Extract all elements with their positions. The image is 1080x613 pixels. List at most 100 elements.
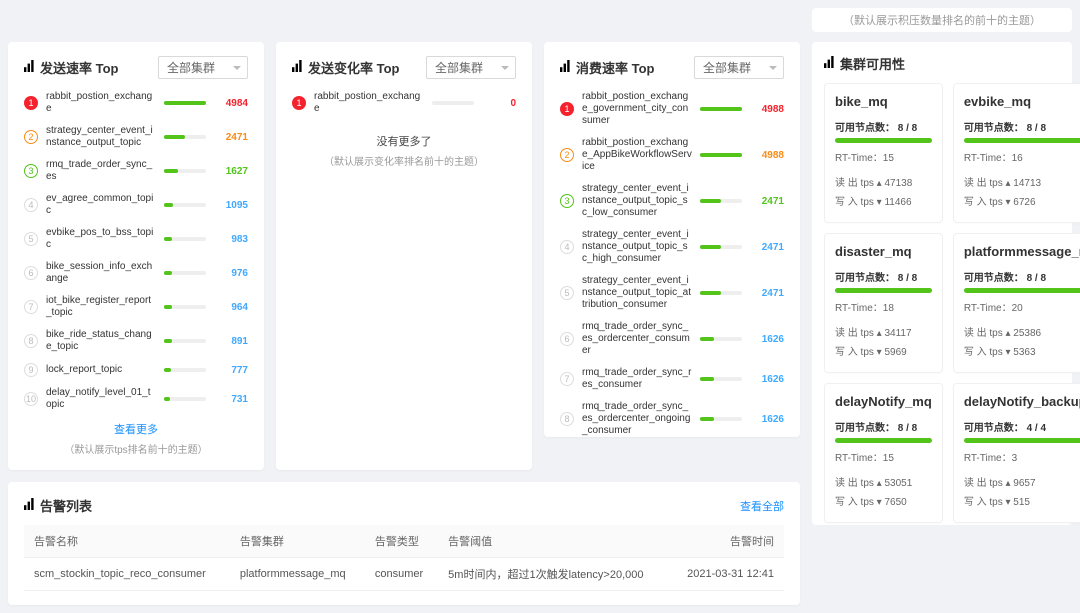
rank-bar (164, 101, 206, 105)
cluster-name: bike_mq (835, 94, 932, 109)
rank-item[interactable]: 6bike_session_info_exchange976 (24, 261, 248, 285)
rank-item[interactable]: 1rabbit_postion_exchange0 (292, 91, 516, 115)
rank-value: 891 (214, 336, 248, 347)
rank-value: 777 (214, 365, 248, 376)
cluster-dropdown[interactable]: 全部集群 (158, 56, 248, 79)
rank-item[interactable]: 5evbike_pos_to_bss_topic983 (24, 227, 248, 251)
cluster-rt: RT-Time：3 (964, 449, 1080, 464)
rank-item[interactable]: 2strategy_center_event_instance_output_t… (24, 125, 248, 149)
rank-badge: 3 (560, 194, 574, 208)
panel-consume-rate: 消费速率 Top 全部集群 1rabbit_postion_exchange_g… (544, 42, 800, 437)
cluster-rt: RT-Time：16 (964, 149, 1080, 164)
rank-name: rmq_trade_order_sync_es (46, 159, 156, 183)
rank-bar (164, 339, 206, 343)
rank-bar (700, 245, 742, 249)
rank-name: ev_agree_common_topic (46, 193, 156, 217)
rank-value: 1095 (214, 200, 248, 211)
cell-alarm-type: consumer (365, 558, 438, 591)
cluster-nodes: 可用节点数： 8 / 8 (964, 119, 1080, 134)
rank-item[interactable]: 1rabbit_postion_exchange4984 (24, 91, 248, 115)
cluster-write-tps: 写 入 tps ▾ 7650 (835, 493, 932, 508)
rank-value: 731 (214, 394, 248, 405)
panel-title-consume-rate: 消费速率 Top (560, 58, 654, 77)
progress-bar (964, 138, 1080, 143)
cluster-read-tps: 读 出 tps ▴ 53051 (835, 474, 932, 489)
cluster-nodes: 可用节点数： 8 / 8 (835, 419, 932, 434)
bar-chart-icon (824, 56, 836, 71)
cluster-name: platformmessage_mq (964, 244, 1080, 259)
rank-bar (164, 169, 206, 173)
cluster-card[interactable]: platformmessage_mq可用节点数： 8 / 8RT-Time：20… (953, 233, 1080, 373)
rank-name: lock_report_topic (46, 364, 156, 376)
rank-item[interactable]: 6rmq_trade_order_sync_es_ordercenter_con… (560, 321, 784, 357)
rank-value: 4988 (750, 150, 784, 161)
rank-item[interactable]: 4ev_agree_common_topic1095 (24, 193, 248, 217)
progress-bar (964, 288, 1080, 293)
cluster-dropdown[interactable]: 全部集群 (694, 56, 784, 79)
cluster-name: evbike_mq (964, 94, 1080, 109)
col-alarm-time: 告警时间 (669, 525, 784, 558)
cluster-nodes: 可用节点数： 8 / 8 (964, 269, 1080, 284)
rank-item[interactable]: 8bike_ride_status_change_topic891 (24, 329, 248, 353)
panel-title-alarm: 告警列表 (24, 496, 92, 515)
link-view-all-alarm[interactable]: 查看全部 (740, 498, 784, 514)
cluster-card[interactable]: disaster_mq可用节点数： 8 / 8RT-Time：18读 出 tps… (824, 233, 943, 373)
rank-item[interactable]: 7iot_bike_register_report_topic964 (24, 295, 248, 319)
rank-item[interactable]: 2rabbit_postion_exchange_AppBikeWorkflow… (560, 137, 784, 173)
cluster-rt: RT-Time：18 (835, 299, 932, 314)
cluster-name: delayNotify_backup_mq (964, 394, 1080, 409)
panel-change-rate: 发送变化率 Top 全部集群 1rabbit_postion_exchange0… (276, 42, 532, 470)
hint-text: （默认展示tps排名前十的主题） (24, 441, 248, 456)
cluster-card[interactable]: bike_mq可用节点数： 8 / 8RT-Time：15读 出 tps ▴ 4… (824, 83, 943, 223)
col-alarm-cluster: 告警集群 (230, 525, 365, 558)
rank-item[interactable]: 9 lock_report_topic 777 (24, 363, 248, 377)
rank-name: strategy_center_event_instance_output_to… (46, 125, 156, 149)
rank-bar (164, 397, 206, 401)
cluster-card[interactable]: delayNotify_backup_mq可用节点数： 4 / 4RT-Time… (953, 383, 1080, 523)
rank-name: bike_session_info_exchange (46, 261, 156, 285)
cluster-dropdown[interactable]: 全部集群 (426, 56, 516, 79)
cluster-write-tps: 写 入 tps ▾ 5363 (964, 343, 1080, 358)
link-view-more[interactable]: 查看更多 (24, 421, 248, 437)
bar-chart-icon (24, 498, 36, 513)
alarm-table: 告警名称 告警集群 告警类型 告警阈值 告警时间 scm_stockin_top… (24, 525, 784, 591)
rank-item[interactable]: 8rmq_trade_order_sync_es_ordercenter_ong… (560, 401, 784, 437)
empty-text: 没有更多了 (292, 133, 516, 149)
rank-name: iot_bike_register_report_topic (46, 295, 156, 319)
col-alarm-threshold: 告警阈值 (438, 525, 669, 558)
rank-badge: 9 (24, 363, 38, 377)
cluster-card[interactable]: delayNotify_mq可用节点数： 8 / 8RT-Time：15读 出 … (824, 383, 943, 523)
cluster-read-tps: 读 出 tps ▴ 34117 (835, 324, 932, 339)
rank-item[interactable]: 3strategy_center_event_instance_output_t… (560, 183, 784, 219)
rank-item[interactable]: 1rabbit_postion_exchange_government_city… (560, 91, 784, 127)
cluster-rt: RT-Time：15 (835, 149, 932, 164)
cluster-write-tps: 写 入 tps ▾ 11466 (835, 193, 932, 208)
rank-badge: 1 (560, 102, 574, 116)
rank-value: 1626 (750, 334, 784, 345)
rank-item[interactable]: 10delay_notify_level_01_topic731 (24, 387, 248, 411)
rank-badge: 2 (560, 148, 574, 162)
rank-bar (164, 203, 206, 207)
bar-chart-icon (24, 60, 36, 75)
rank-item[interactable]: 7rmq_trade_order_sync_res_consumer1626 (560, 367, 784, 391)
cluster-read-tps: 读 出 tps ▴ 9657 (964, 474, 1080, 489)
cluster-name: disaster_mq (835, 244, 932, 259)
cell-alarm-name: scm_stockin_topic_reco_consumer (24, 558, 230, 591)
cluster-write-tps: 写 入 tps ▾ 515 (964, 493, 1080, 508)
rank-item[interactable]: 3rmq_trade_order_sync_es1627 (24, 159, 248, 183)
rank-badge: 5 (560, 286, 574, 300)
rank-item[interactable]: 4strategy_center_event_instance_output_t… (560, 229, 784, 265)
rank-name: rmq_trade_order_sync_es_ordercenter_cons… (582, 321, 692, 357)
rank-badge: 1 (292, 96, 306, 110)
table-row[interactable]: scm_stockin_topic_reco_consumerplatformm… (24, 558, 784, 591)
rank-item[interactable]: 5strategy_center_event_instance_output_t… (560, 275, 784, 311)
rank-badge: 8 (560, 412, 574, 426)
rank-name: rabbit_postion_exchange (314, 91, 424, 115)
progress-bar (835, 288, 932, 293)
rank-bar (700, 199, 742, 203)
hint-text: （默认展示变化率排名前十的主题） (292, 153, 516, 168)
rank-name: bike_ride_status_change_topic (46, 329, 156, 353)
cluster-card[interactable]: evbike_mq可用节点数： 8 / 8RT-Time：16读 出 tps ▴… (953, 83, 1080, 223)
rank-bar (700, 417, 742, 421)
rank-name: strategy_center_event_instance_output_to… (582, 229, 692, 265)
